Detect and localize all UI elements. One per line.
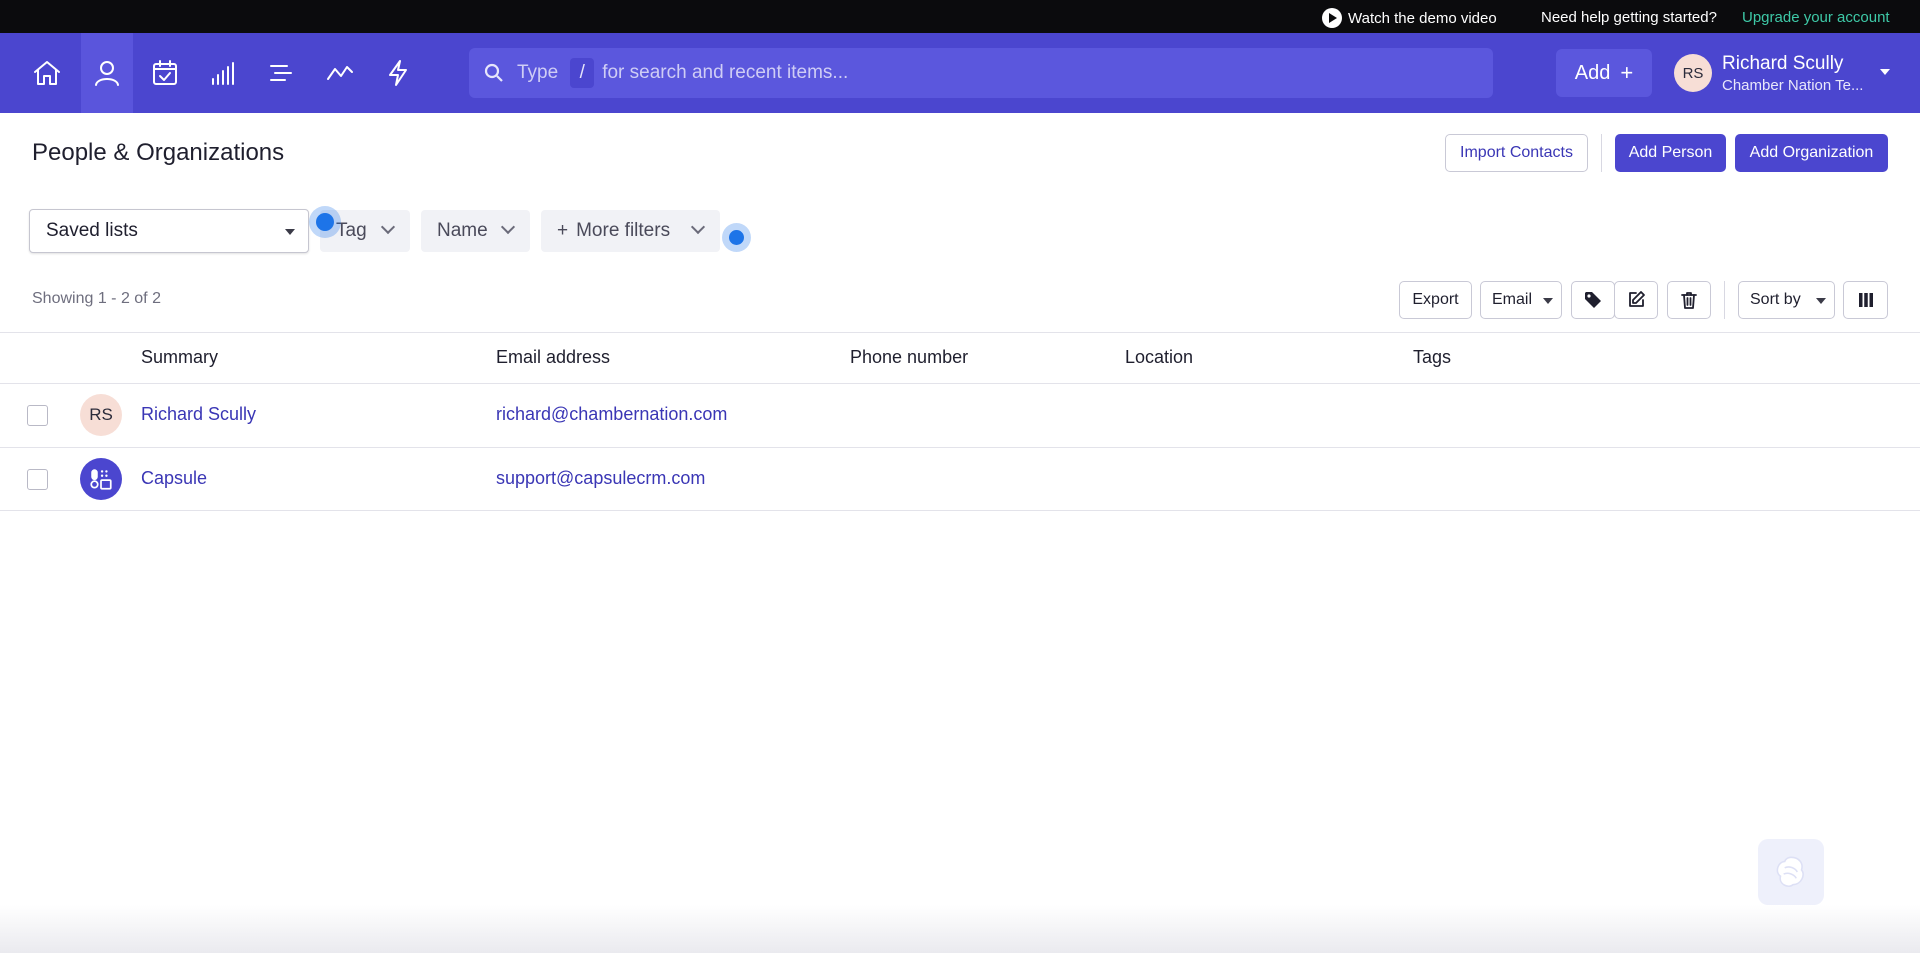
contact-name-link[interactable]: Richard Scully <box>141 404 256 425</box>
hotspot-indicator <box>729 230 744 245</box>
add-button[interactable]: Add + <box>1556 49 1652 97</box>
search-shortcut-key: / <box>570 58 595 88</box>
import-contacts-button[interactable]: Import Contacts <box>1445 134 1588 172</box>
hotspot-indicator <box>316 213 334 231</box>
tag-filter-label: Tag <box>336 220 367 241</box>
play-icon <box>1322 8 1342 28</box>
more-filters-label: More filters <box>576 220 671 241</box>
delete-button[interactable] <box>1667 281 1711 319</box>
help-link[interactable]: Need help getting started? <box>1541 9 1717 26</box>
add-person-button[interactable]: Add Person <box>1615 134 1726 172</box>
edit-button[interactable] <box>1614 281 1658 319</box>
avatar[interactable]: RS <box>80 394 122 436</box>
more-filters-button[interactable]: + More filters <box>541 210 720 252</box>
watch-demo-link[interactable]: Watch the demo video <box>1322 8 1497 28</box>
nav-calendar[interactable] <box>139 33 191 113</box>
search-placeholder: for search and recent items... <box>602 62 849 83</box>
home-icon <box>34 61 60 85</box>
main-navbar: Type / for search and recent items... Ad… <box>0 33 1920 113</box>
column-header-tags[interactable]: Tags <box>1413 347 1451 368</box>
sort-by-dropdown[interactable]: Sort by <box>1738 281 1835 319</box>
search-input[interactable]: Type / for search and recent items... <box>469 48 1493 98</box>
user-name[interactable]: Richard Scully <box>1722 53 1843 75</box>
column-header-phone[interactable]: Phone number <box>850 347 968 368</box>
chevron-down-icon <box>380 219 396 235</box>
caret-down-icon <box>285 229 295 235</box>
email-dropdown-label: Email <box>1492 291 1533 308</box>
row-divider <box>0 510 1920 511</box>
watch-demo-label: Watch the demo video <box>1348 9 1497 27</box>
trash-icon <box>1681 292 1697 309</box>
edit-icon <box>1629 291 1645 307</box>
column-header-location[interactable]: Location <box>1125 347 1193 368</box>
help-widget-button[interactable] <box>1758 839 1824 905</box>
tag-icon <box>1585 292 1601 308</box>
nav-trends[interactable] <box>314 33 366 113</box>
nav-home[interactable] <box>21 33 73 113</box>
contact-email-link[interactable]: richard@chambernation.com <box>496 404 727 425</box>
trend-line-icon <box>327 66 353 80</box>
search-prefix: Type <box>517 62 559 83</box>
bottom-fade <box>0 905 1920 953</box>
caret-down-icon <box>1543 298 1553 304</box>
plus-icon: + <box>1620 60 1634 85</box>
export-button[interactable]: Export <box>1399 281 1472 319</box>
columns-button[interactable] <box>1843 281 1888 319</box>
table-top-border <box>0 332 1920 333</box>
results-count: Showing 1 - 2 of 2 <box>32 290 161 307</box>
name-filter-label: Name <box>437 220 488 241</box>
chevron-down-icon <box>500 219 516 235</box>
table-header-border <box>0 383 1920 384</box>
tag-filter[interactable]: Tag <box>320 210 410 252</box>
add-label: Add <box>1574 61 1611 84</box>
calendar-check-icon <box>153 60 177 85</box>
person-icon <box>95 61 119 86</box>
page-title: People & Organizations <box>32 139 285 166</box>
chevron-down-icon <box>690 219 706 235</box>
bar-chart-icon <box>212 62 234 85</box>
name-filter[interactable]: Name <box>421 210 530 252</box>
tag-button[interactable] <box>1571 281 1615 319</box>
row-checkbox[interactable] <box>27 405 48 426</box>
lightning-icon <box>389 60 407 86</box>
user-org[interactable]: Chamber Nation Te... <box>1722 77 1863 94</box>
nav-reports[interactable] <box>197 33 249 113</box>
contact-email-link[interactable]: support@capsulecrm.com <box>496 468 705 489</box>
sort-by-label: Sort by <box>1750 291 1801 308</box>
nav-lists[interactable] <box>255 33 307 113</box>
email-dropdown[interactable]: Email <box>1480 281 1562 319</box>
nav-people[interactable] <box>81 33 133 113</box>
row-divider <box>0 447 1920 448</box>
column-header-email[interactable]: Email address <box>496 347 610 368</box>
user-menu-caret-icon[interactable] <box>1880 69 1890 75</box>
columns-icon <box>1858 293 1873 307</box>
help-widget-icon <box>1776 856 1804 888</box>
add-organization-button[interactable]: Add Organization <box>1735 134 1888 172</box>
column-header-summary[interactable]: Summary <box>141 347 218 368</box>
nav-workflows[interactable] <box>372 33 424 113</box>
top-strip: Watch the demo video Need help getting s… <box>0 0 1920 33</box>
caret-down-icon <box>1816 298 1826 304</box>
upgrade-link[interactable]: Upgrade your account <box>1742 9 1890 26</box>
list-icon <box>270 65 292 81</box>
saved-lists-select[interactable]: Saved lists <box>29 209 309 253</box>
user-avatar[interactable]: RS <box>1674 54 1712 92</box>
organization-avatar[interactable] <box>80 458 122 500</box>
header-divider <box>1601 134 1602 172</box>
search-icon <box>483 62 505 84</box>
toolbar-divider <box>1724 281 1725 319</box>
plus-icon: + <box>557 220 569 241</box>
saved-lists-value: Saved lists <box>46 220 138 241</box>
capsule-logo-icon <box>90 469 112 490</box>
row-checkbox[interactable] <box>27 469 48 490</box>
contact-name-link[interactable]: Capsule <box>141 468 207 489</box>
